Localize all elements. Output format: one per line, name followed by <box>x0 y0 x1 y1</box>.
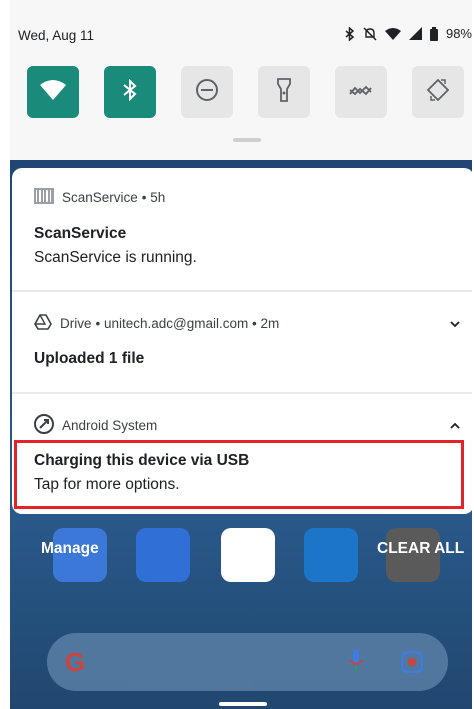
panel-expand-handle[interactable] <box>233 138 261 142</box>
data-saver-icon <box>349 82 373 103</box>
clear-all-button[interactable]: CLEAR ALL <box>377 540 464 558</box>
auto-rotate-icon <box>426 78 450 107</box>
bluetooth-tile[interactable] <box>104 66 156 118</box>
bluetooth-icon <box>123 78 137 106</box>
gesture-bar[interactable] <box>219 702 267 706</box>
mute-status-icon <box>363 26 377 41</box>
messages-app-icon[interactable] <box>136 528 190 582</box>
notification-header: ScanService • 5h <box>34 188 165 207</box>
notification-meta: • unitech.adc@gmail.com • 2m <box>95 316 280 331</box>
calendar-app-icon[interactable] <box>221 528 275 582</box>
battery-status-icon <box>429 26 438 41</box>
quick-settings-panel: Wed, Aug 11 98% <box>10 0 472 160</box>
do-not-disturb-icon <box>195 78 219 107</box>
status-bar: Wed, Aug 11 98% <box>10 0 472 58</box>
mic-icon[interactable] <box>349 649 363 678</box>
notification-scanservice[interactable]: ScanService • 5h ScanService ScanService… <box>12 168 472 290</box>
android-screen: G Wed, Aug 11 98% ScanService • 5h ScanS… <box>10 0 472 709</box>
barcode-icon <box>34 188 54 207</box>
highlight-box <box>14 440 464 509</box>
lens-icon[interactable] <box>400 650 424 678</box>
google-search-bar[interactable]: G <box>47 633 448 691</box>
notification-title: ScanService <box>34 225 127 242</box>
battery-percent: 98% <box>445 26 472 41</box>
flashlight-tile[interactable] <box>258 66 310 118</box>
notification-drive[interactable]: Drive • unitech.adc@gmail.com • 2m Uploa… <box>12 292 472 392</box>
android-system-icon <box>34 414 54 437</box>
notification-header: Android System <box>34 414 157 437</box>
notification-app-name: Drive <box>60 316 92 331</box>
wifi-icon <box>40 79 66 105</box>
status-date: Wed, Aug 11 <box>18 28 95 43</box>
data-saver-tile[interactable] <box>335 66 387 118</box>
notification-title: Uploaded 1 file <box>34 350 145 367</box>
notification-app-name: ScanService <box>62 190 138 205</box>
quick-settings-tiles <box>27 66 472 118</box>
chevron-up-icon[interactable] <box>450 418 460 432</box>
status-icons: 98% <box>345 26 472 41</box>
manage-button[interactable]: Manage <box>41 540 99 558</box>
do-not-disturb-tile[interactable] <box>181 66 233 118</box>
drive-icon <box>34 314 52 333</box>
bluetooth-status-icon <box>345 26 355 41</box>
auto-rotate-tile[interactable] <box>412 66 464 118</box>
chevron-down-icon[interactable] <box>450 316 460 330</box>
notification-header: Drive • unitech.adc@gmail.com • 2m <box>34 314 279 333</box>
notification-text: ScanService is running. <box>34 249 197 266</box>
contacts-app-icon[interactable] <box>304 528 358 582</box>
google-icon: G <box>65 647 86 677</box>
notification-app-name: Android System <box>62 418 158 433</box>
notification-meta: • 5h <box>141 190 166 205</box>
wifi-tile[interactable] <box>27 66 79 118</box>
signal-status-icon <box>408 27 422 40</box>
wifi-status-icon <box>384 27 401 40</box>
flashlight-icon <box>277 77 291 107</box>
